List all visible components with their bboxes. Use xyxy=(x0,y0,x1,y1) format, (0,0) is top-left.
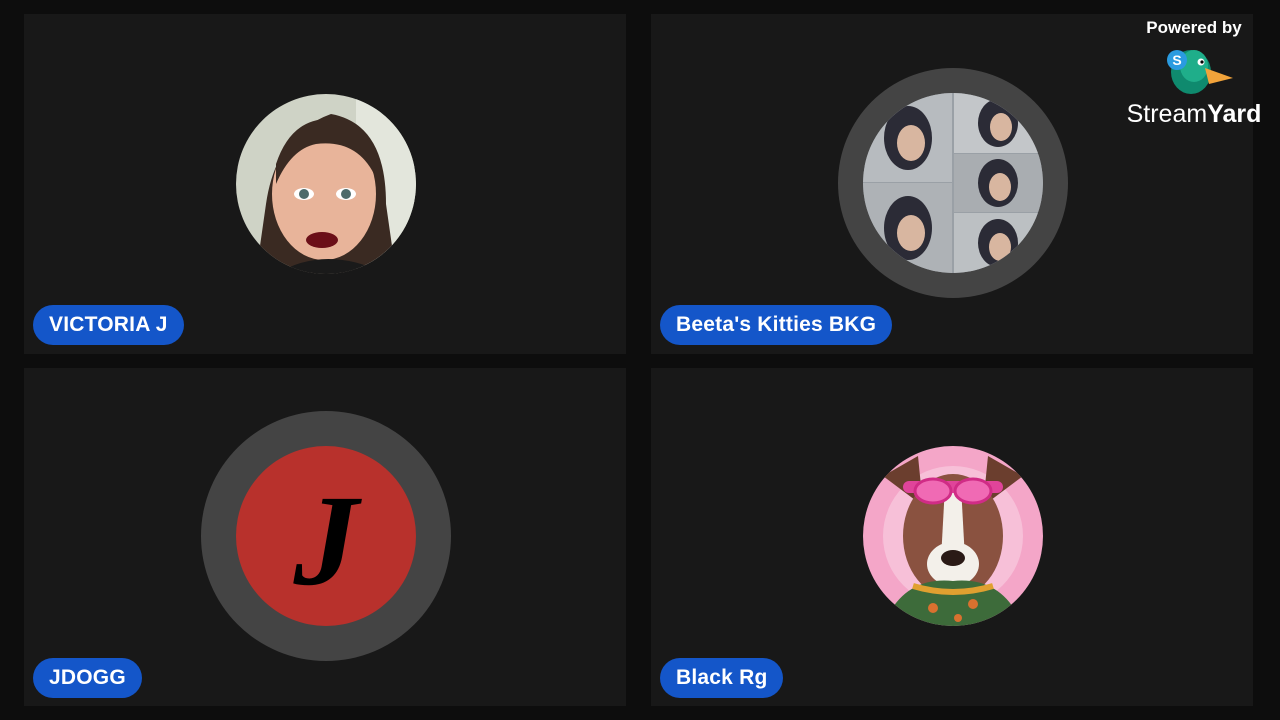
streamyard-wordmark: StreamYard xyxy=(1126,100,1262,128)
participant-name-label: VICTORIA J xyxy=(33,305,184,345)
dog-goggles-icon xyxy=(863,446,1043,626)
participant-tile-blackrg[interactable]: Black Rg xyxy=(651,368,1253,706)
photo-woman-icon xyxy=(236,94,416,274)
streamyard-branding: Powered by S StreamYard xyxy=(1124,18,1264,129)
letter-j-logo-icon: J xyxy=(236,446,416,626)
participant-name-label: Black Rg xyxy=(660,658,784,698)
participant-tile-jdogg[interactable]: J JDOGG xyxy=(24,368,626,706)
streamyard-duck-logo-icon: S xyxy=(1124,42,1264,98)
participant-name-label: Beeta's Kitties BKG xyxy=(660,305,893,345)
photo-collage-icon xyxy=(863,93,1043,273)
participant-tile-victoria[interactable]: VICTORIA J xyxy=(24,14,626,354)
participant-name-label: JDOGG xyxy=(33,658,142,698)
svg-text:J: J xyxy=(293,469,363,613)
powered-by-text: Powered by xyxy=(1146,18,1242,37)
svg-text:S: S xyxy=(1172,52,1181,68)
